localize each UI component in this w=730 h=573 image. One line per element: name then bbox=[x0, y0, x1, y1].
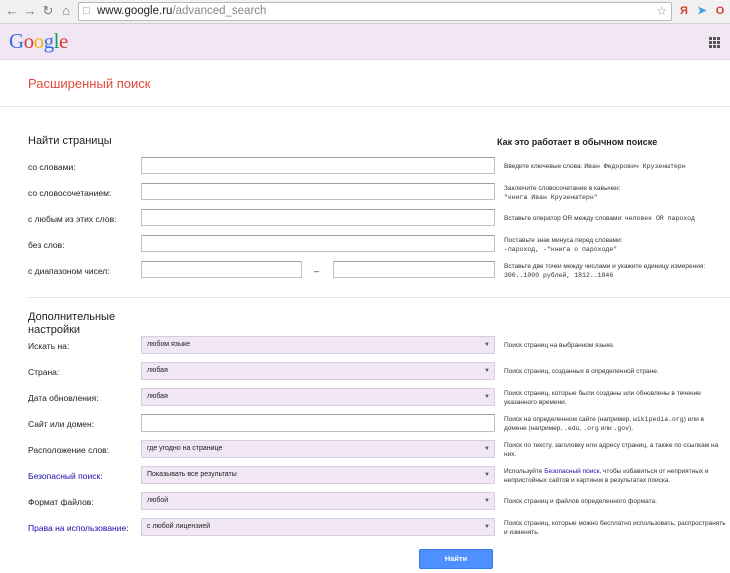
logo-letter: e bbox=[59, 29, 68, 53]
site-domain-input[interactable] bbox=[141, 414, 495, 432]
range-from-input[interactable] bbox=[141, 261, 302, 278]
page-title: Расширенный поиск bbox=[28, 76, 151, 91]
dropdown-arrow-icon: ▼ bbox=[484, 394, 490, 400]
safesearch-hint: Используйте Безопасный поиск, чтобы изба… bbox=[504, 468, 709, 484]
safesearch-link[interactable]: Безопасный поиск: bbox=[28, 471, 103, 481]
google-header: Google bbox=[0, 24, 730, 60]
any-words-hint: Вставьте оператор OR между словами: чело… bbox=[504, 215, 695, 222]
language-label: Искать на: bbox=[28, 341, 70, 351]
region-select[interactable]: любая ▼ bbox=[141, 362, 495, 380]
address-bar[interactable]: □ www.google.ru/advanced_search ☆ bbox=[78, 2, 672, 21]
last-update-hint: Поиск страниц, которые были созданы или … bbox=[504, 390, 701, 406]
site-domain-label: Сайт или домен: bbox=[28, 419, 95, 429]
last-update-label: Дата обновления: bbox=[28, 393, 99, 403]
dropdown-arrow-icon: ▼ bbox=[484, 368, 490, 374]
dropdown-arrow-icon: ▼ bbox=[484, 498, 490, 504]
divider bbox=[28, 297, 730, 298]
region-hint: Поиск страниц, созданных в определенной … bbox=[504, 368, 659, 375]
logo-letter: o bbox=[33, 29, 45, 53]
range-dash: – bbox=[314, 266, 320, 276]
all-words-input[interactable] bbox=[141, 157, 495, 174]
exact-phrase-hint: Заключите словосочетание в кавычки: "книг… bbox=[504, 185, 621, 201]
usage-rights-select[interactable]: с любой лицензией ▼ bbox=[141, 518, 495, 536]
how-it-works-heading: Как это работает в обычном поиске bbox=[497, 137, 658, 147]
range-to-input[interactable] bbox=[333, 261, 495, 278]
logo-letter: o bbox=[23, 29, 35, 53]
exact-phrase-label: со словосочетанием: bbox=[28, 188, 112, 198]
site-domain-hint: Поиск на определенном сайте (например, w… bbox=[504, 416, 704, 432]
yandex-extension-icon[interactable]: Я bbox=[677, 4, 691, 18]
language-hint: Поиск страниц на выбранном языке. bbox=[504, 342, 615, 349]
bookmark-star-icon[interactable]: ☆ bbox=[656, 3, 667, 20]
dropdown-arrow-icon: ▼ bbox=[484, 472, 490, 478]
reload-icon[interactable]: ↻ bbox=[40, 3, 56, 19]
file-type-label: Формат файлов: bbox=[28, 497, 94, 507]
number-range-label: с диапазоном чисел: bbox=[28, 266, 110, 276]
file-type-hint: Поиск страниц и файлов определенного фор… bbox=[504, 498, 657, 505]
find-pages-heading: Найти страницы bbox=[28, 135, 112, 147]
additional-settings-heading: Дополнительные настройки bbox=[28, 311, 116, 336]
dropdown-arrow-icon: ▼ bbox=[484, 342, 490, 348]
bird-extension-icon[interactable]: ➤ bbox=[695, 4, 709, 18]
region-label: Страна: bbox=[28, 367, 60, 377]
exact-phrase-input[interactable] bbox=[141, 183, 495, 200]
apps-grid-icon[interactable] bbox=[709, 37, 720, 48]
all-words-hint: Введите ключевые слова: Иван Федорович К… bbox=[504, 163, 686, 170]
back-icon[interactable]: ← bbox=[4, 3, 20, 19]
none-words-hint: Поставьте знак минуса перед словами: -пар… bbox=[504, 237, 623, 253]
find-button[interactable]: Найти bbox=[419, 549, 493, 569]
usage-rights-hint: Поиск страниц, которые можно бесплатно и… bbox=[504, 520, 726, 536]
home-icon[interactable]: ⌂ bbox=[58, 3, 74, 19]
all-words-label: со словами: bbox=[28, 162, 76, 172]
terms-appearing-select[interactable]: где угодно на странице ▼ bbox=[141, 440, 495, 458]
language-select[interactable]: любом языке ▼ bbox=[141, 336, 495, 354]
opera-extension-icon[interactable]: O bbox=[713, 4, 727, 18]
terms-appearing-label: Расположение слов: bbox=[28, 445, 110, 455]
none-words-input[interactable] bbox=[141, 235, 495, 252]
file-type-select[interactable]: любой ▼ bbox=[141, 492, 495, 510]
forward-icon[interactable]: → bbox=[22, 3, 38, 19]
google-logo[interactable]: Google bbox=[9, 28, 68, 54]
last-update-select[interactable]: любая ▼ bbox=[141, 388, 495, 406]
logo-letter: G bbox=[9, 29, 24, 53]
any-words-label: с любым из этих слов: bbox=[28, 214, 117, 224]
terms-appearing-hint: Поиск по тексту, заголовку или адресу ст… bbox=[504, 442, 719, 458]
any-words-input[interactable] bbox=[141, 209, 495, 226]
divider bbox=[0, 106, 730, 107]
dropdown-arrow-icon: ▼ bbox=[484, 524, 490, 530]
usage-rights-link[interactable]: Права на использование: bbox=[28, 523, 129, 533]
none-words-label: без слов: bbox=[28, 240, 65, 250]
safesearch-select[interactable]: Показывать все результаты ▼ bbox=[141, 466, 495, 484]
dropdown-arrow-icon: ▼ bbox=[484, 446, 490, 452]
browser-toolbar: ← → ↻ ⌂ □ www.google.ru/advanced_search … bbox=[0, 0, 730, 24]
address-url: www.google.ru/advanced_search bbox=[97, 5, 267, 17]
logo-letter: g bbox=[43, 29, 55, 53]
safesearch-hint-link[interactable]: Безопасный поиск bbox=[544, 468, 599, 475]
page-icon: □ bbox=[83, 5, 90, 17]
number-range-hint: Вставьте две точки между числами и укажи… bbox=[504, 263, 706, 279]
